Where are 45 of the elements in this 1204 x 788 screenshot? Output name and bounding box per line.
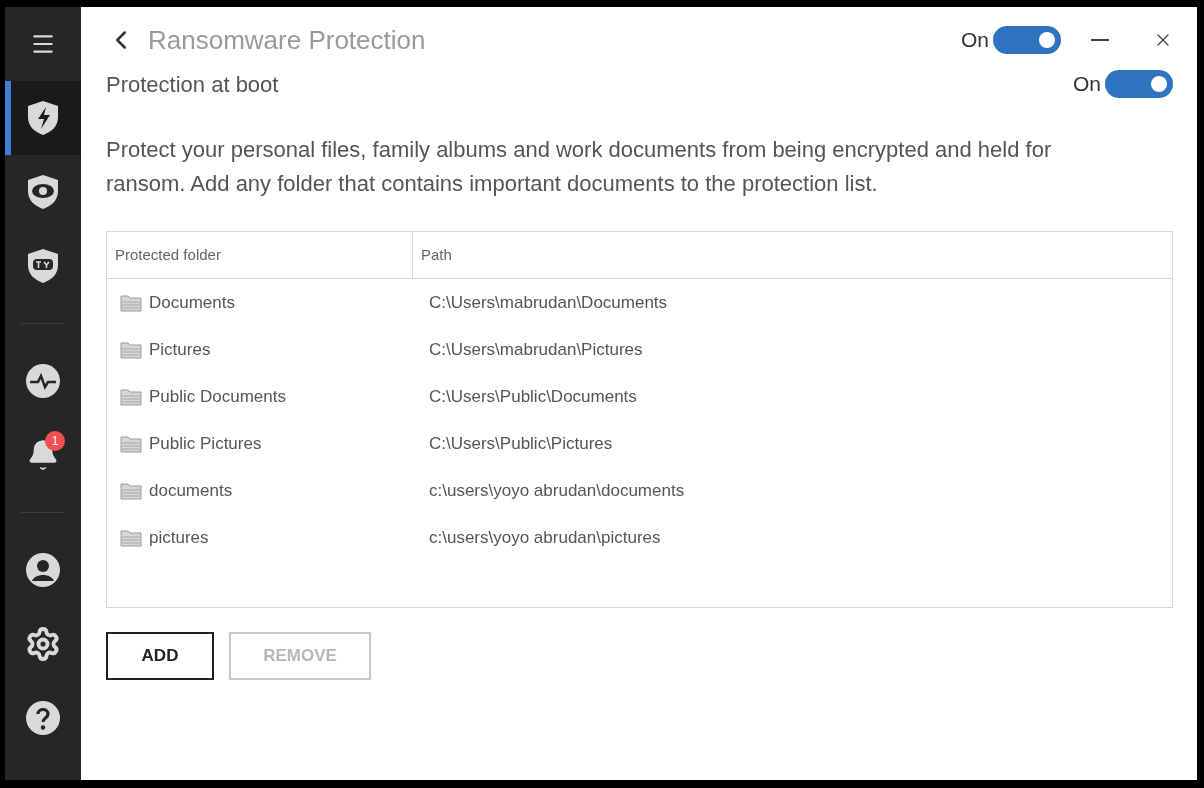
toggle-switch[interactable] bbox=[993, 26, 1061, 54]
column-header: Protected folder bbox=[107, 232, 413, 278]
folder-icon bbox=[120, 340, 142, 359]
table-row[interactable]: Pictures C:\Users\mabrudan\Pictures bbox=[107, 326, 1172, 373]
toggle-label: On bbox=[961, 27, 989, 54]
table-row[interactable]: pictures c:\users\yoyo abrudan\pictures bbox=[107, 514, 1172, 561]
column-header: Path bbox=[420, 244, 453, 265]
sidebar-item[interactable]: 1 bbox=[5, 418, 81, 492]
table-row[interactable]: Public Pictures C:\Users\Public\Pictures bbox=[107, 420, 1172, 467]
table-row[interactable]: documents c:\users\yoyo abrudan\documents bbox=[107, 467, 1172, 514]
table-cell-text: c:\users\yoyo abrudan\documents bbox=[428, 479, 685, 502]
sidebar-item[interactable] bbox=[5, 81, 81, 155]
badge-shield-icon bbox=[26, 248, 60, 284]
folder-icon bbox=[120, 293, 142, 312]
table-cell-text: C:\Users\Public\Documents bbox=[428, 385, 637, 408]
table-cell-text: Public Documents bbox=[149, 385, 286, 408]
table-row[interactable]: Documents C:\Users\mabrudan\Documents bbox=[107, 279, 1172, 326]
table-row[interactable]: Public Documents C:\Users\Public\Documents bbox=[107, 373, 1172, 420]
folder-icon bbox=[120, 528, 142, 547]
page-title: Ransomware Protection bbox=[148, 23, 427, 57]
table-cell-text: Public Pictures bbox=[149, 432, 262, 455]
notification-badge: 1 bbox=[45, 431, 65, 451]
table-cell-text: Documents bbox=[149, 291, 235, 314]
minimize-icon bbox=[1091, 39, 1109, 41]
gear-icon bbox=[25, 626, 61, 662]
description: Protect your personal files, family albums and work documents from being encrypted and held for ransom. Add any folder that contains important documents to the protection list. bbox=[106, 136, 1053, 198]
folder-icon bbox=[120, 481, 142, 500]
user-icon bbox=[25, 552, 61, 588]
table-cell-text: pictures bbox=[149, 526, 209, 549]
table-cell-text: C:\Users\mabrudan\Documents bbox=[428, 291, 668, 314]
eye-shield-icon bbox=[26, 174, 60, 210]
table-cell-text: c:\users\yoyo abrudan\pictures bbox=[428, 526, 661, 549]
add-button[interactable]: ADD bbox=[106, 632, 214, 680]
pulse-icon bbox=[25, 363, 61, 399]
toggle-switch[interactable] bbox=[1105, 70, 1173, 98]
shield-bolt-icon bbox=[26, 100, 60, 136]
table-cell-text: C:\Users\Public\Pictures bbox=[428, 432, 613, 455]
table-cell-text: documents bbox=[149, 479, 233, 502]
toggle-label: On bbox=[1073, 71, 1101, 98]
folder-icon bbox=[120, 387, 142, 406]
table-cell-text: C:\Users\mabrudan\Pictures bbox=[428, 338, 643, 361]
setting-label: Protection at boot bbox=[106, 70, 279, 99]
help-icon bbox=[25, 700, 61, 736]
table-cell-text: Pictures bbox=[149, 338, 211, 361]
folder-icon bbox=[120, 434, 142, 453]
